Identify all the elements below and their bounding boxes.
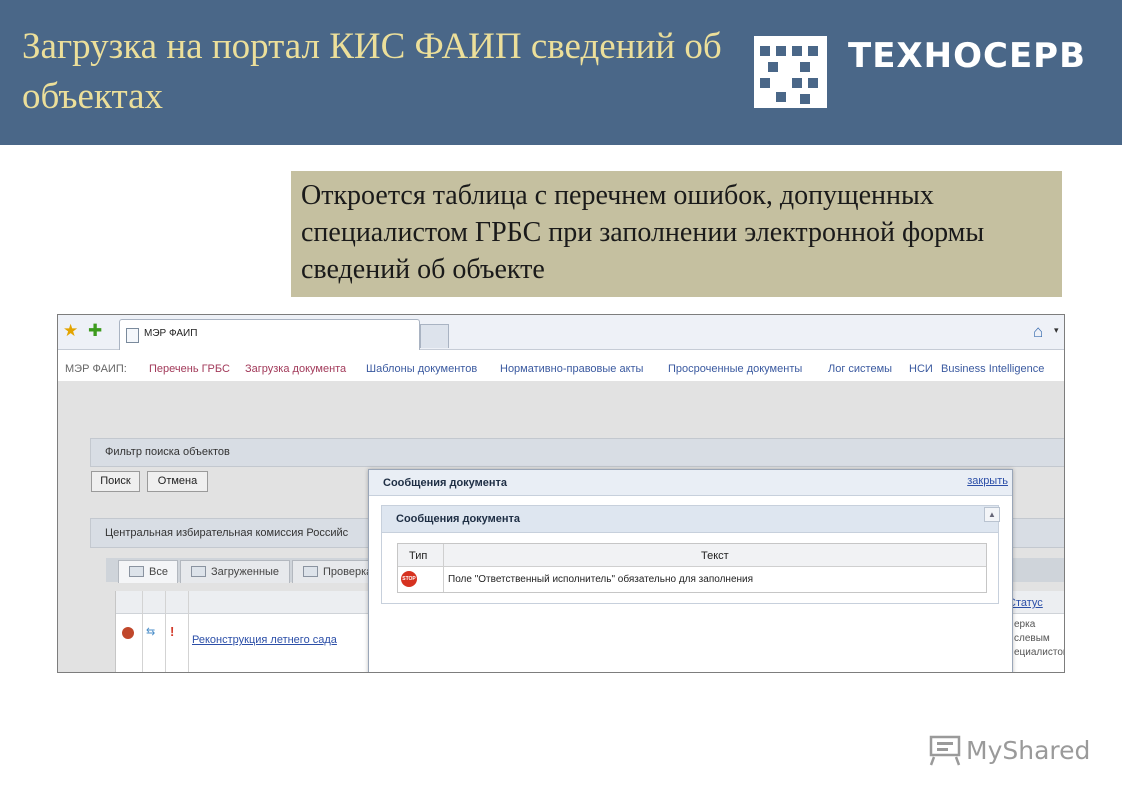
tekhnoserv-logo-icon [754, 36, 827, 108]
logo-text: ТЕХНОСЕРВ [848, 36, 1087, 76]
tab-icon [191, 566, 206, 577]
org-title: Центральная избирательная комиссия Росси… [105, 527, 349, 539]
tab-loaded[interactable]: Загруженные [180, 560, 290, 583]
tab-label: Проверка [323, 566, 373, 578]
close-link[interactable]: закрыть [967, 475, 1008, 487]
home-icon[interactable]: ⌂ [1033, 322, 1043, 342]
browser-tab-title: МЭР ФАИП [144, 328, 198, 339]
messages-panel-header: Сообщения документа ▲ [382, 506, 1000, 533]
nav-item-upload[interactable]: Загрузка документа [245, 363, 346, 375]
table-header-row: Тип Текст [398, 544, 986, 567]
nav-item-templates[interactable]: Шаблоны документов [366, 363, 477, 375]
column-divider [188, 591, 189, 672]
cancel-button[interactable]: Отмена [147, 471, 208, 492]
column-divider [443, 544, 444, 592]
filter-title: Фильтр поиска объектов [105, 446, 230, 458]
object-link[interactable]: Реконструкция летнего сада [192, 634, 337, 646]
nav-item-nsi[interactable]: НСИ [909, 363, 933, 375]
browser-toolbar: ★ ✚ МЭР ФАИП ⌂ ▾ [58, 315, 1064, 350]
tab-all[interactable]: Все [118, 560, 178, 583]
home-dropdown-icon[interactable]: ▾ [1054, 325, 1059, 336]
app-nav: МЭР ФАИП: Перечень ГРБС Загрузка докумен… [58, 350, 1064, 380]
stop-icon: STOP [401, 571, 417, 587]
nav-item-overdue[interactable]: Просроченные документы [668, 363, 802, 375]
slide-title: Загрузка на портал КИС ФАИП сведений об … [22, 26, 722, 117]
watermark-text: MyShared [966, 736, 1091, 765]
slide-header: Загрузка на портал КИС ФАИП сведений об … [0, 0, 1122, 145]
tab-label: Все [149, 566, 168, 578]
messages-modal: Сообщения документа закрыть Сообщения до… [368, 469, 1013, 672]
column-divider [165, 591, 166, 672]
messages-panel: Сообщения документа ▲ Тип Текст STOP Пол… [381, 505, 1000, 604]
presentation-board-icon [929, 735, 961, 766]
tab-check[interactable]: Проверка [292, 560, 373, 583]
modal-header: Сообщения документа закрыть [369, 470, 1012, 496]
modal-title: Сообщения документа [383, 477, 508, 489]
favorites-star-icon[interactable]: ★ [63, 321, 78, 341]
status-column-header[interactable]: Статус [1008, 597, 1043, 609]
tab-icon [129, 566, 144, 577]
refresh-icon[interactable]: ⇆ [146, 625, 155, 638]
add-favorite-icon[interactable]: ✚ [88, 321, 102, 341]
page-icon [126, 328, 139, 343]
nav-prefix: МЭР ФАИП: [65, 363, 127, 375]
nav-item-legal-acts[interactable]: Нормативно-правовые акты [500, 363, 643, 375]
browser-tab[interactable]: МЭР ФАИП [119, 319, 420, 350]
app-body: Фильтр поиска объектов Поиск Отмена Цент… [58, 381, 1064, 672]
app-screenshot: ★ ✚ МЭР ФАИП ⌂ ▾ МЭР ФАИП: Перечень ГРБС… [57, 314, 1065, 673]
column-header-text: Текст [701, 550, 729, 562]
watermark: MyShared [928, 733, 1090, 773]
nav-item-grbs[interactable]: Перечень ГРБС [149, 363, 230, 375]
column-divider [142, 591, 143, 672]
message-text: Поле "Ответственный исполнитель" обязате… [448, 574, 754, 585]
column-header-type: Тип [409, 550, 428, 562]
status-shield-icon [122, 627, 134, 639]
callout-text: Откроется таблица с перечнем ошибок, доп… [301, 180, 985, 285]
filter-panel: Фильтр поиска объектов [90, 438, 1064, 467]
status-text: ерка слевым ециалистом [1014, 619, 1065, 658]
callout-box: Откроется таблица с перечнем ошибок, доп… [291, 171, 1062, 297]
search-button[interactable]: Поиск [91, 471, 140, 492]
tab-icon [303, 566, 318, 577]
nav-item-system-log[interactable]: Лог системы [828, 363, 892, 375]
alert-icon[interactable]: ! [170, 624, 174, 639]
nav-item-bi[interactable]: Business Intelligence [941, 363, 1044, 375]
new-tab-button[interactable] [420, 324, 449, 348]
scroll-up-icon[interactable]: ▲ [984, 507, 1000, 522]
messages-panel-title: Сообщения документа [396, 513, 521, 525]
messages-table: Тип Текст STOP Поле "Ответственный испол… [397, 543, 987, 593]
tab-label: Загруженные [211, 566, 280, 578]
